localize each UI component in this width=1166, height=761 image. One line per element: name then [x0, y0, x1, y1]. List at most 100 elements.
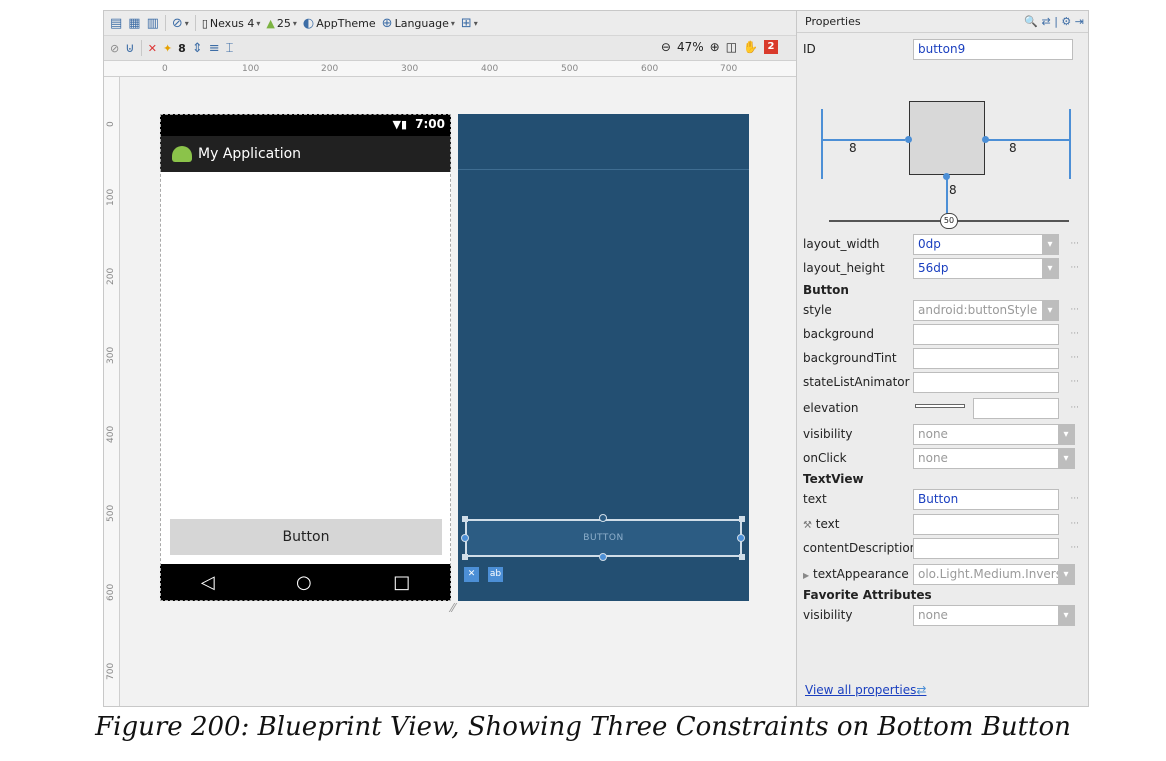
section-title: Button — [803, 283, 849, 297]
resize-handle[interactable] — [462, 554, 468, 560]
more-icon[interactable]: ··· — [1070, 329, 1079, 339]
wrench-icon: ⚒ — [803, 520, 812, 531]
more-icon[interactable]: ··· — [1070, 543, 1079, 553]
properties-actions[interactable]: 🔍 ⇄ | ⚙ ⇥ — [1024, 15, 1084, 28]
align-icon[interactable]: ≡ — [209, 42, 220, 55]
text-field[interactable]: Button — [913, 488, 1059, 510]
layout-height-row: layout_height 56dp ··· — [797, 256, 1079, 280]
guidelines-icon[interactable]: ⌶ — [226, 42, 234, 55]
visibility-field[interactable]: none — [913, 423, 1075, 445]
more-icon[interactable]: ··· — [1070, 377, 1079, 387]
layout-height-field[interactable]: 56dp — [913, 257, 1059, 279]
background-tint-field[interactable] — [913, 347, 1059, 369]
api-dropdown[interactable]: ▲ 25 ▾ — [266, 17, 296, 30]
theme-icon: ◐ — [302, 15, 315, 31]
baseline-icon[interactable]: ab — [488, 567, 503, 582]
pan-hand-icon[interactable]: ✋ — [743, 40, 758, 54]
infer-constraints-icon[interactable]: ✦ — [163, 42, 172, 55]
editor-toolbar-bottom: ⊘ ⊍ ✕ ✦ 8 ⇕ ≡ ⌶ ⊖ 47% ⊕ ◫ ✋ 2 — [104, 36, 796, 61]
ruler-tick: 500 — [106, 504, 116, 522]
view-all-properties-link[interactable]: View all properties⇄ — [805, 683, 926, 697]
api-label: 25 — [276, 16, 291, 30]
vertical-ruler: 0 100 200 300 400 500 600 700 — [104, 77, 120, 706]
ruler-tick: 0 — [106, 121, 116, 127]
right-anchor[interactable] — [737, 534, 745, 542]
ruler-tick: 600 — [641, 64, 659, 74]
section-title: TextView — [803, 472, 864, 486]
more-icon[interactable]: ··· — [1070, 353, 1079, 363]
background-field[interactable] — [913, 323, 1059, 345]
tools-text-field[interactable] — [913, 513, 1059, 535]
style-label: style — [803, 303, 832, 317]
ruler-tick: 500 — [561, 64, 579, 74]
text-label: text — [803, 492, 827, 506]
bottom-margin-value[interactable]: 8 — [949, 183, 957, 197]
more-icon[interactable]: ··· — [1070, 263, 1079, 273]
left-anchor[interactable] — [461, 534, 469, 542]
clear-constraints-icon[interactable]: ✕ — [464, 567, 479, 582]
resize-handle[interactable] — [462, 516, 468, 522]
blueprint-view: BUTTON ✕ ab — [458, 114, 749, 601]
tools-text-label-text: text — [815, 517, 840, 531]
resize-handle[interactable] — [739, 554, 745, 560]
text-row: text Button ··· — [797, 487, 1079, 511]
autoconnect-icon[interactable]: ⊍ — [125, 42, 135, 55]
blueprint-view-icon[interactable]: ▦ — [128, 17, 140, 30]
id-field[interactable]: button9 — [913, 38, 1073, 60]
properties-header: Properties 🔍 ⇄ | ⚙ ⇥ — [797, 11, 1088, 33]
zoom-to-fit-icon[interactable]: ◫ — [726, 40, 737, 54]
divider — [194, 15, 196, 31]
right-margin-value[interactable]: 8 — [1009, 141, 1017, 155]
bottom-anchor[interactable] — [599, 553, 607, 561]
resize-corner-icon[interactable]: ⁄⁄ — [451, 601, 455, 615]
both-views-icon[interactable]: ▥ — [147, 17, 159, 30]
id-label: ID — [803, 42, 816, 56]
clear-constraints-icon[interactable]: ✕ — [148, 42, 157, 55]
background-tint-label: backgroundTint — [803, 351, 897, 365]
elevation-field[interactable] — [973, 397, 1059, 419]
more-icon[interactable]: ··· — [1070, 403, 1079, 413]
blueprint-button[interactable]: BUTTON — [465, 519, 742, 557]
pack-icon[interactable]: ⇕ — [192, 42, 203, 55]
bias-slider-knob[interactable]: 50 — [940, 213, 958, 229]
onclick-field[interactable]: none — [913, 447, 1075, 469]
properties-panel: Properties 🔍 ⇄ | ⚙ ⇥ ID button9 8 8 8 50… — [796, 11, 1088, 706]
show-constraints-icon[interactable]: ⊘ — [110, 42, 119, 55]
chevron-down-icon: ▾ — [473, 18, 478, 28]
more-icon[interactable]: ··· — [1070, 494, 1079, 504]
more-icon[interactable]: ··· — [1070, 239, 1079, 249]
chevron-down-icon: ▾ — [256, 18, 261, 28]
bottom-constraint-dot[interactable] — [943, 173, 950, 180]
style-field[interactable]: android:buttonStyle — [913, 299, 1059, 321]
zoom-controls: ⊖ 47% ⊕ ◫ ✋ 2 — [661, 40, 778, 54]
zoom-out-icon[interactable]: ⊖ — [661, 40, 671, 54]
state-list-animator-label: stateListAnimator — [803, 375, 910, 389]
more-icon[interactable]: ··· — [1070, 519, 1079, 529]
left-constraint-dot[interactable] — [905, 136, 912, 143]
more-icon[interactable]: ··· — [1070, 305, 1079, 315]
language-label: Language — [394, 16, 449, 30]
divider — [140, 40, 142, 56]
text-appearance-field[interactable]: olo.Light.Medium.Inverse — [913, 563, 1075, 585]
default-margin-value[interactable]: 8 — [178, 42, 186, 55]
favorite-visibility-label: visibility — [803, 608, 853, 622]
zoom-in-icon[interactable]: ⊕ — [710, 40, 720, 54]
theme-dropdown[interactable]: ◐ AppTheme — [303, 17, 376, 30]
error-badge[interactable]: 2 — [764, 40, 778, 54]
text-appearance-label[interactable]: ▶ textAppearance — [803, 567, 909, 581]
top-anchor[interactable] — [599, 514, 607, 522]
resize-handle[interactable] — [739, 516, 745, 522]
left-margin-value[interactable]: 8 — [849, 141, 857, 155]
layout-variants-button[interactable]: ⊞ ▾ — [461, 17, 478, 30]
layout-width-field[interactable]: 0dp — [913, 233, 1059, 255]
state-list-animator-field[interactable] — [913, 371, 1059, 393]
orientation-button[interactable]: ⊘ ▾ — [172, 17, 189, 30]
design-view-icon[interactable]: ▤ — [110, 17, 122, 30]
right-constraint-dot[interactable] — [982, 136, 989, 143]
editor-toolbar-top: ▤ ▦ ▥ ⊘ ▾ ▯ Nexus 4 ▾ ▲ 25 ▾ ◐ AppTheme ⊕ Langu… — [104, 11, 796, 36]
favorite-visibility-field[interactable]: none — [913, 604, 1075, 626]
device-dropdown[interactable]: ▯ Nexus 4 ▾ — [202, 17, 261, 30]
content-description-field[interactable] — [913, 537, 1059, 559]
language-dropdown[interactable]: ⊕ Language ▾ — [382, 17, 455, 30]
elevation-slider[interactable] — [915, 404, 965, 408]
